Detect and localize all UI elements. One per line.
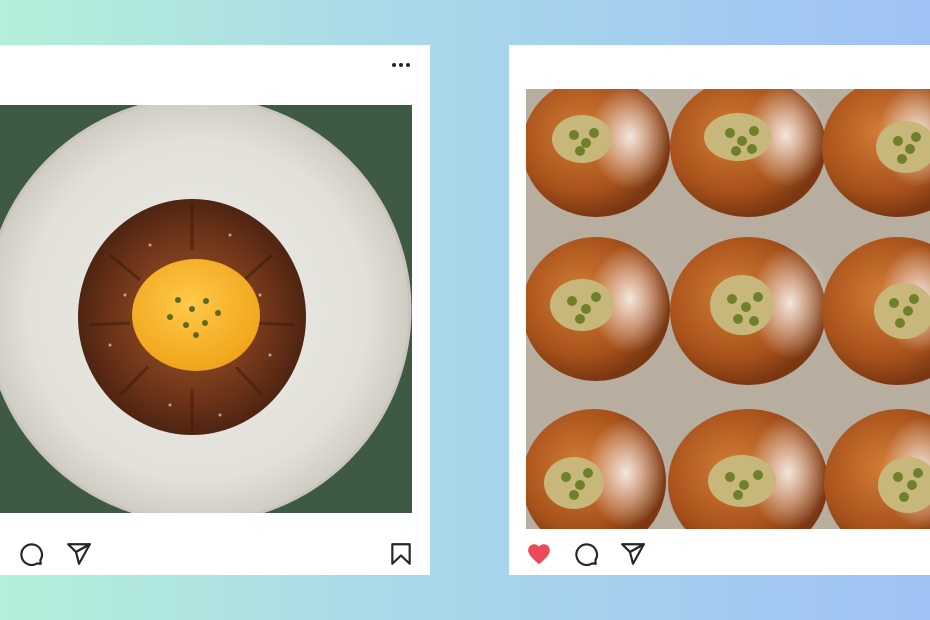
post-card-right [509, 45, 930, 575]
post-card-left [0, 45, 430, 575]
dot [399, 63, 403, 67]
heart-filled-icon[interactable] [526, 541, 552, 567]
share-icon[interactable] [66, 541, 92, 567]
more-options-button[interactable] [392, 61, 410, 69]
bookmark-icon[interactable] [388, 541, 414, 567]
post-actions-left [18, 541, 414, 569]
comment-icon[interactable] [18, 541, 44, 567]
comment-icon[interactable] [573, 541, 599, 567]
share-icon[interactable] [620, 541, 646, 567]
dot [392, 63, 396, 67]
post-actions-right [526, 541, 910, 569]
dot [406, 63, 410, 67]
post-photo-buns[interactable] [526, 89, 930, 529]
post-photo-pastry[interactable] [0, 105, 412, 513]
